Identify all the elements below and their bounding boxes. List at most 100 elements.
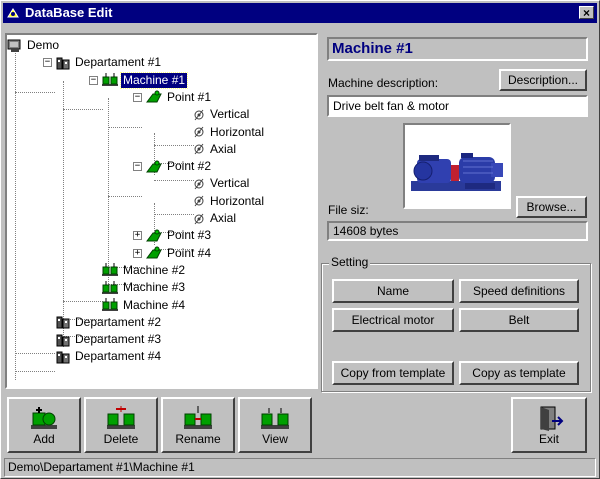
tree-node-label: Machine #1 (119, 71, 189, 89)
tree-node-label: Departament #2 (75, 314, 162, 329)
tree-node-axis[interactable]: Axial (192, 141, 238, 158)
tree-node-label: Machine #4 (123, 297, 186, 312)
point-icon (145, 229, 165, 243)
point-icon (145, 160, 165, 174)
tree-node-dept[interactable]: Departament #2 (55, 314, 163, 331)
machine-description-input[interactable]: Drive belt fan & motor (327, 95, 588, 117)
tree-node-point[interactable]: Point #2 (145, 158, 213, 175)
tree-node-axis[interactable]: Axial (192, 210, 238, 227)
exit-button[interactable]: Exit (511, 397, 587, 453)
tree-node-point[interactable]: Point #3 (145, 227, 213, 244)
add-button-label: Add (33, 432, 55, 446)
axis-icon (192, 142, 208, 156)
tree-node-axis[interactable]: Horizontal (192, 124, 266, 141)
rename-button[interactable]: Rename (161, 397, 235, 453)
tree-node-machine[interactable]: Machine #1 (101, 71, 189, 89)
tree-node-machine[interactable]: Machine #3 (101, 279, 187, 296)
axis-icon (192, 212, 208, 226)
app-icon (7, 8, 19, 18)
tree-connector-line (15, 371, 55, 372)
tree-node-label: Vertical (210, 176, 250, 191)
view-button[interactable]: View (238, 397, 312, 453)
title-bar[interactable]: DataBase Edit × (3, 3, 597, 23)
tree-node-axis[interactable]: Vertical (192, 106, 251, 123)
database-edit-window: DataBase Edit × Demo − Departament #1 − Mach… (0, 0, 600, 479)
tree-node-label: Machine #3 (123, 280, 186, 295)
name-button[interactable]: Name (332, 279, 454, 303)
point-icon (145, 246, 165, 260)
tree-collapse-button[interactable]: − (133, 92, 142, 102)
database-tree[interactable]: Demo − Departament #1 − Machine #1 − Point #1 V… (5, 33, 318, 389)
tree-connector-line (108, 196, 142, 197)
tree-connector-line (63, 109, 103, 110)
file-size-label: File siz: (328, 203, 369, 217)
tree-node-label: Point #4 (167, 245, 212, 260)
tree-connector-line (108, 127, 142, 128)
machine-name-display: Machine #1 (327, 37, 588, 61)
tree-collapse-button[interactable]: − (89, 75, 98, 85)
copy-as-template-button[interactable]: Copy as template (459, 361, 579, 385)
tree-connector-line (154, 145, 194, 146)
tree-node-label: Departament #1 (75, 55, 162, 70)
electrical-motor-button[interactable]: Electrical motor (332, 308, 454, 332)
status-bar-path: Demo\Departament #1\Machine #1 (4, 458, 596, 477)
tree-node-label: Point #3 (167, 228, 212, 243)
tree-connector-line (154, 180, 194, 181)
tree-connector-line (63, 81, 64, 347)
window-title: DataBase Edit (25, 5, 113, 20)
tree-node-label: Axial (210, 141, 237, 156)
axis-icon (192, 125, 208, 139)
machine-icon (101, 280, 121, 295)
tree-node-axis[interactable]: Horizontal (192, 193, 266, 210)
tree-connector-line (15, 353, 55, 354)
rename-button-label: Rename (175, 432, 221, 446)
point-icon (145, 90, 165, 104)
description-button[interactable]: Description... (499, 69, 587, 91)
close-button[interactable]: × (579, 6, 594, 19)
tree-node-dept[interactable]: Departament #4 (55, 348, 163, 365)
tree-expand-button[interactable]: + (133, 248, 142, 258)
tree-node-machine[interactable]: Machine #2 (101, 262, 187, 279)
browse-button[interactable]: Browse... (516, 196, 587, 218)
tree-node-point[interactable]: Point #4 (145, 245, 213, 262)
tree-node-dept[interactable]: Departament #1 (55, 54, 163, 71)
tree-node-point[interactable]: Point #1 (145, 89, 213, 106)
tree-node-label: Horizontal (210, 124, 265, 139)
tree-node-dept[interactable]: Departament #3 (55, 331, 163, 348)
tree-collapse-button[interactable]: − (43, 58, 52, 68)
tree-connector-line (15, 92, 55, 93)
tree-node-machine[interactable]: Machine #4 (101, 297, 187, 314)
axis-icon (192, 194, 208, 208)
tree-node-label: Departament #3 (75, 332, 162, 347)
speed-definitions-button[interactable]: Speed definitions (459, 279, 579, 303)
tree-collapse-button[interactable]: − (133, 162, 142, 172)
tree-expand-button[interactable]: + (133, 231, 142, 241)
copy-from-template-button[interactable]: Copy from template (332, 361, 454, 385)
dept-icon (55, 333, 73, 347)
tree-node-label: Machine #2 (123, 262, 186, 277)
view-button-label: View (262, 432, 288, 446)
belt-button[interactable]: Belt (459, 308, 579, 332)
tree-node-label: Demo (27, 38, 60, 52)
view-machine-icon (261, 408, 289, 429)
tree-node-label: Point #2 (167, 159, 212, 174)
delete-button[interactable]: Delete (84, 397, 158, 453)
tree-connector-line (15, 388, 55, 389)
exit-button-label: Exit (538, 432, 559, 446)
tree-connector-line (15, 47, 16, 380)
add-button[interactable]: Add (7, 397, 81, 453)
dept-icon (55, 350, 73, 364)
tree-node-root[interactable]: Demo (7, 37, 61, 54)
rename-machine-icon (184, 406, 212, 429)
axis-icon (192, 177, 208, 191)
file-size-display: 14608 bytes (327, 221, 588, 241)
exit-door-icon (540, 406, 564, 431)
tree-node-label: Point #1 (167, 89, 212, 104)
tree-connector-line (154, 214, 194, 215)
root-icon (7, 39, 25, 53)
tree-node-label: Axial (210, 211, 237, 225)
tree-node-axis[interactable]: Vertical (192, 175, 251, 192)
tree-node-label: Vertical (210, 107, 250, 122)
setting-group-title: Setting (329, 255, 371, 269)
machine-icon (101, 298, 121, 312)
